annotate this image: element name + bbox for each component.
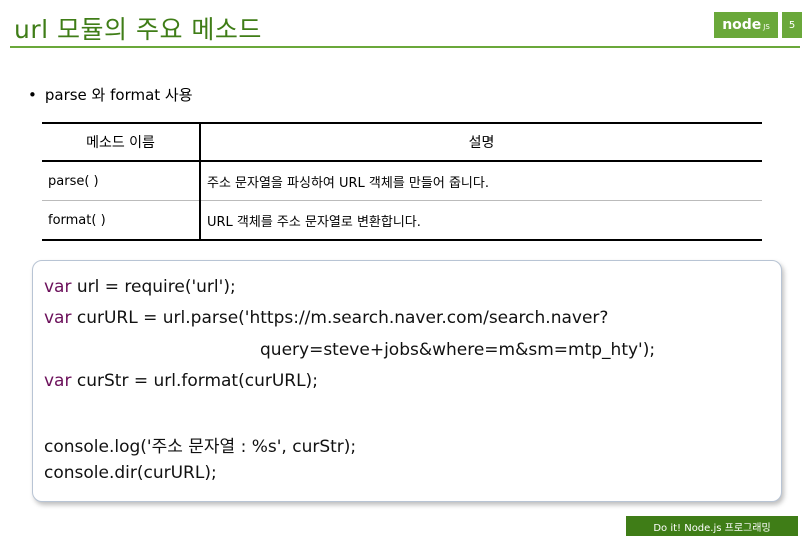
- footer-badge: Do it! Node.js 프로그래밍: [626, 516, 798, 536]
- method-desc-cell: 주소 문자열을 파싱하여 URL 객체를 만들어 줍니다.: [200, 161, 762, 201]
- bullet-dot: •: [28, 86, 37, 104]
- header-method-name: 메소드 이름: [42, 122, 201, 162]
- code-text: curURL = url.parse('https://m.search.nav…: [71, 308, 609, 328]
- logo-text: node: [722, 17, 762, 33]
- bullet-text: parse 와 format 사용: [44, 86, 193, 104]
- header-description: 설명: [200, 122, 762, 162]
- nodejs-logo: node JS: [714, 12, 778, 38]
- code-text: curStr = url.format(curURL);: [71, 371, 318, 391]
- code-keyword: var: [44, 277, 72, 297]
- code-line-2: var curURL = url.parse('https://m.search…: [44, 308, 608, 328]
- bullet-item: • parse 와 format 사용: [28, 84, 193, 105]
- method-name-cell: parse( ): [42, 161, 201, 201]
- method-desc-cell: URL 객체를 주소 문자열로 변환합니다.: [200, 200, 762, 241]
- code-text: url = require('url');: [71, 277, 236, 297]
- code-line-6: console.dir(curURL);: [44, 463, 217, 483]
- table-header-row: 메소드 이름 설명: [42, 122, 762, 162]
- page-title: url 모듈의 주요 메소드: [14, 15, 262, 44]
- code-line-5: console.log('주소 문자열 : %s', curStr);: [44, 437, 357, 457]
- code-line-3: query=steve+jobs&where=m&sm=mtp_hty');: [260, 340, 656, 360]
- method-name-cell: format( ): [42, 200, 201, 241]
- code-line-1: var url = require('url');: [44, 277, 236, 297]
- table-row: format( ) URL 객체를 주소 문자열로 변환합니다.: [42, 200, 762, 241]
- page-number: 5: [782, 12, 802, 38]
- methods-table: 메소드 이름 설명 parse( ) 주소 문자열을 파싱하여 URL 객체를 …: [42, 122, 762, 241]
- logo-sub: JS: [763, 23, 770, 31]
- code-line-4: var curStr = url.format(curURL);: [44, 371, 318, 391]
- title-divider: [10, 46, 800, 48]
- code-keyword: var: [44, 371, 72, 391]
- table-row: parse( ) 주소 문자열을 파싱하여 URL 객체를 만들어 줍니다.: [42, 161, 762, 201]
- code-keyword: var: [44, 308, 72, 328]
